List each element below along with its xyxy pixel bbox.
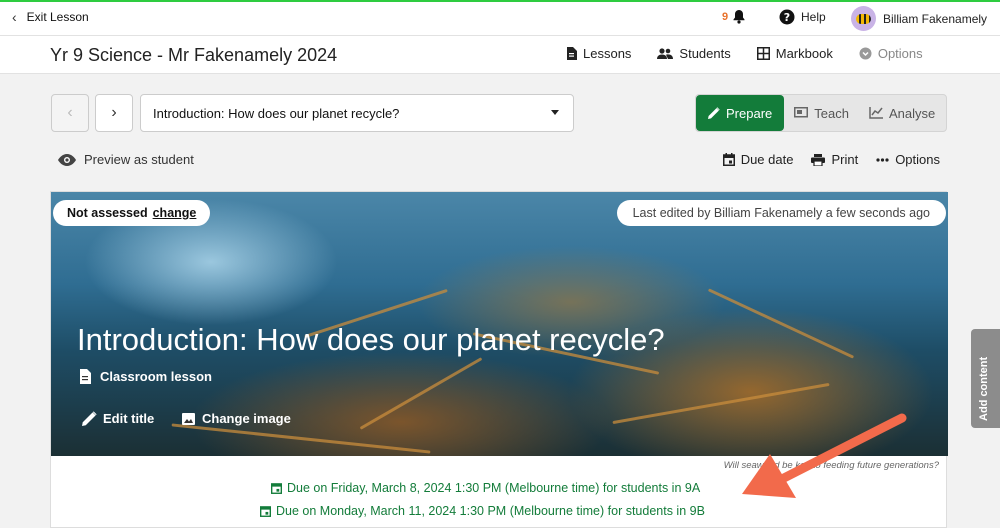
due-date-9b[interactable]: Due on Monday, March 11, 2024 1:30 PM (M…	[260, 504, 705, 518]
calendar-icon	[722, 153, 735, 166]
bell-icon	[733, 10, 745, 24]
nav-options[interactable]: Options	[859, 46, 923, 61]
edit-title-button[interactable]: Edit title	[82, 411, 154, 426]
change-assessment-link[interactable]: change	[153, 206, 197, 220]
assessment-status: Not assessed	[67, 206, 148, 220]
chevron-left-icon: ‹	[67, 104, 73, 121]
edit-title-label: Edit title	[103, 411, 155, 426]
user-menu[interactable]: Billiam Fakenamely	[851, 6, 987, 31]
annotation-arrow	[742, 413, 907, 498]
preview-label: Preview as student	[84, 152, 194, 167]
document-icon	[80, 369, 91, 384]
add-content-tab[interactable]: Add content	[971, 329, 1000, 428]
nav-lessons[interactable]: Lessons	[566, 46, 631, 61]
nav-options-label: Options	[877, 46, 923, 61]
due-date-button[interactable]: Due date	[722, 152, 794, 167]
mode-analyse-label: Analyse	[888, 105, 936, 121]
presentation-icon	[794, 107, 809, 118]
caret-down-icon	[551, 110, 559, 115]
nav-markbook-label: Markbook	[775, 46, 833, 61]
add-content-label: Add content	[978, 356, 990, 421]
top-bar: ‹ Exit Lesson 9 ? Help Billiam Fakenamel…	[0, 0, 1000, 36]
assessment-status-pill: Not assessed change	[53, 200, 211, 226]
line-chart-icon	[869, 107, 883, 119]
class-title: Yr 9 Science - Mr Fakenamely 2024	[50, 45, 338, 65]
document-icon	[567, 47, 577, 60]
help-icon: ?	[779, 9, 795, 25]
print-button[interactable]: Print	[811, 152, 858, 167]
nav-lessons-label: Lessons	[583, 46, 632, 61]
lesson-title: Introduction: How does our planet recycl…	[77, 322, 665, 357]
due-date-9a-label: Due on Friday, March 8, 2024 1:30 PM (Me…	[287, 481, 701, 495]
due-date-9b-label: Due on Monday, March 11, 2024 1:30 PM (M…	[276, 504, 705, 518]
nav-students-label: Students	[679, 46, 731, 61]
change-image-label: Change image	[202, 411, 291, 426]
grid-icon	[756, 47, 770, 60]
help-label: Help	[801, 10, 826, 24]
lesson-type-label: Classroom lesson	[100, 369, 212, 384]
notifications-button[interactable]: 9	[722, 9, 746, 24]
nav-markbook[interactable]: Markbook	[756, 46, 833, 61]
exit-lesson-button[interactable]: ‹ Exit Lesson	[12, 10, 89, 24]
avatar	[851, 6, 876, 31]
last-edited-pill: Last edited by Billiam Fakenamely a few …	[616, 200, 946, 226]
chevron-down-circle-icon	[859, 47, 872, 60]
mode-teach-label: Teach	[814, 105, 849, 121]
lesson-select[interactable]: Introduction: How does our planet recycl…	[140, 94, 574, 132]
print-label: Print	[831, 152, 859, 167]
due-date-label: Due date	[740, 152, 794, 167]
image-icon	[182, 412, 195, 425]
notification-count: 9	[722, 10, 729, 23]
mode-teach-button[interactable]: Teach	[784, 95, 859, 131]
eye-icon	[58, 153, 76, 166]
class-nav: Lessons Students Markbook Options	[566, 46, 923, 61]
change-image-button[interactable]: Change image	[182, 411, 291, 426]
pencil-icon	[82, 411, 97, 426]
pencil-icon	[708, 107, 720, 119]
mode-analyse-button[interactable]: Analyse	[859, 95, 945, 131]
nav-students[interactable]: Students	[657, 46, 731, 61]
lesson-select-value: Introduction: How does our planet recycl…	[153, 106, 400, 121]
due-date-9a[interactable]: Due on Friday, March 8, 2024 1:30 PM (Me…	[271, 481, 700, 495]
previous-lesson-button[interactable]: ‹	[51, 94, 89, 132]
next-lesson-button[interactable]: ›	[95, 94, 133, 132]
class-bar: Yr 9 Science - Mr Fakenamely 2024 Lesson…	[0, 36, 1000, 74]
user-name: Billiam Fakenamely	[883, 11, 988, 26]
calendar-icon	[271, 483, 282, 494]
lesson-type: Classroom lesson	[79, 369, 212, 384]
right-actions: Due date Print Options	[722, 152, 940, 167]
printer-icon	[811, 153, 826, 166]
people-icon	[657, 48, 674, 59]
calendar-icon	[260, 506, 271, 517]
svg-text:?: ?	[784, 11, 790, 24]
mode-prepare-label: Prepare	[726, 105, 773, 121]
chevron-right-icon: ›	[111, 104, 117, 121]
preview-as-student-button[interactable]: Preview as student	[58, 152, 194, 167]
mode-prepare-button[interactable]: Prepare	[696, 95, 785, 131]
options-label: Options	[895, 152, 940, 167]
chevron-left-icon: ‹	[12, 9, 17, 25]
mode-switch: Prepare Teach Analyse	[695, 94, 947, 132]
exit-lesson-label: Exit Lesson	[26, 10, 89, 24]
more-horizontal-icon	[876, 157, 889, 162]
more-options-button[interactable]: Options	[876, 152, 940, 167]
help-button[interactable]: ? Help	[779, 9, 826, 25]
lesson-actions: Preview as student Due date Print Option…	[50, 152, 947, 172]
